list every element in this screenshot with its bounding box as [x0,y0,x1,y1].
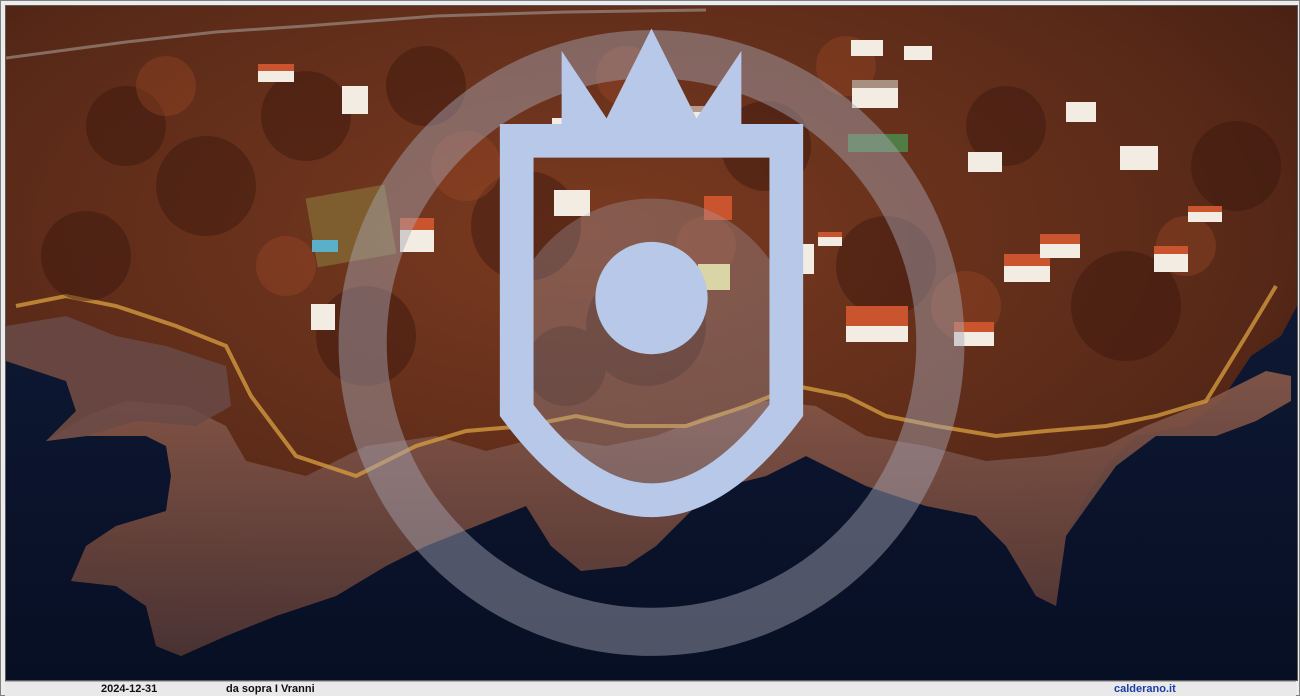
site-credit: calderano.it [1114,683,1176,695]
photo-title: da sopra I Vranni [226,683,315,695]
image-frame: 2024-12-31 da sopra I Vranni calderano.i… [0,0,1300,696]
caption-bar: 2024-12-31 da sopra I Vranni calderano.i… [5,681,1296,696]
coat-of-arms-icon [499,28,804,518]
photo-date: 2024-12-31 [101,683,158,695]
aerial-photo [5,5,1298,681]
